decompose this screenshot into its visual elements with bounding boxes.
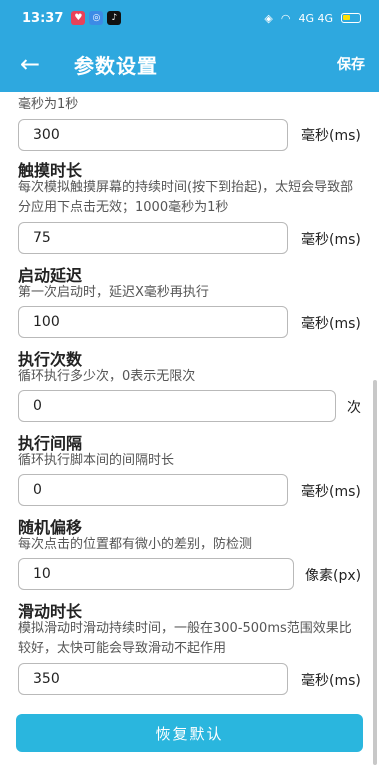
signal-icon: 4G 4G: [298, 11, 333, 25]
setting-unit: 毫秒(ms): [301, 232, 361, 248]
setting-input[interactable]: 10: [18, 558, 294, 590]
setting-description: 循环执行脚本间的间隔时长: [18, 453, 175, 468]
arrow-left-icon: ←: [19, 50, 41, 78]
status-bar: 13:37 ♥ ◎ ♪ ◈ ◠ 4G 4G: [0, 0, 379, 36]
setting-input[interactable]: 0: [18, 390, 336, 422]
back-button[interactable]: ←: [0, 40, 60, 88]
setting-description: 每次模拟触摸屏幕的持续时间(按下到抬起)，太短会导致部分应用下点击无效；1000…: [18, 180, 354, 215]
wifi-icon: ◠: [280, 11, 291, 25]
setting-input[interactable]: 300: [18, 119, 288, 151]
setting-unit: 毫秒(ms): [301, 128, 361, 144]
app-notification-icon: ◎: [89, 11, 104, 25]
scrollbar[interactable]: [373, 380, 377, 765]
setting-unit: 毫秒(ms): [301, 316, 361, 332]
setting-description: 模拟滑动时滑动持续时间，一般在300-500ms范围效果比较好，太快可能会导致滑…: [18, 621, 352, 656]
app-bar: 13:37 ♥ ◎ ♪ ◈ ◠ 4G 4G ← 参数设置 保存: [0, 0, 379, 92]
setting-description: 循环执行多少次，0表示无限次: [18, 369, 196, 384]
battery-icon: [341, 13, 361, 23]
setting-input[interactable]: 350: [18, 663, 288, 695]
setting-description: 毫秒为1秒: [18, 97, 79, 112]
tiktok-icon: ♪: [107, 11, 122, 25]
vibrate-icon: ◈: [264, 11, 273, 25]
setting-unit: 像素(px): [305, 568, 362, 584]
toolbar: ← 参数设置 保存: [0, 40, 379, 88]
setting-description: 每次点击的位置都有微小的差别，防检测: [18, 537, 253, 552]
reset-defaults-button[interactable]: 恢复默认: [16, 714, 363, 752]
setting-input[interactable]: 100: [18, 306, 288, 338]
setting-input[interactable]: 0: [18, 474, 288, 506]
setting-unit: 毫秒(ms): [301, 484, 361, 500]
setting-description: 第一次启动时，延迟X毫秒再执行: [18, 285, 209, 300]
save-button[interactable]: 保存: [337, 54, 365, 74]
setting-input[interactable]: 75: [18, 222, 288, 254]
app-notification-icon: ♥: [71, 11, 86, 25]
setting-unit: 毫秒(ms): [301, 673, 361, 689]
setting-unit: 次: [347, 400, 361, 416]
status-time: 13:37: [22, 10, 64, 26]
page-title: 参数设置: [74, 53, 158, 78]
